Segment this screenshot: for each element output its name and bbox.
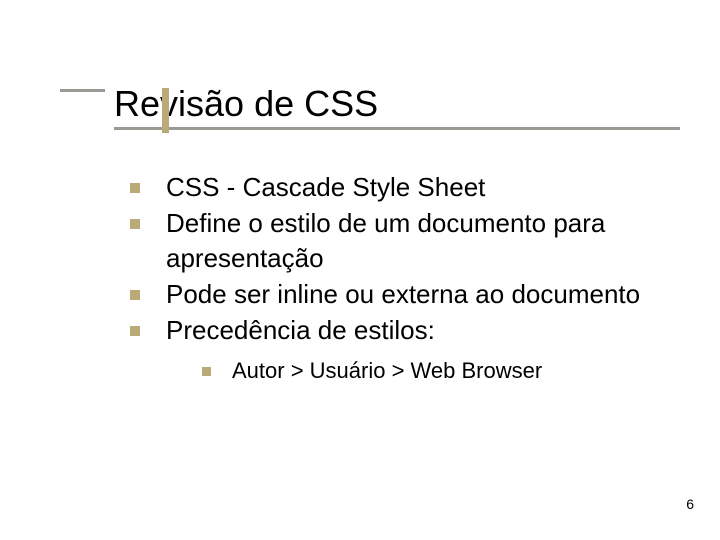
list-item-text: Precedência de estilos: — [166, 315, 435, 345]
sub-bullet-list: Autor > Usuário > Web Browser — [166, 356, 680, 387]
square-bullet-icon — [130, 219, 140, 229]
list-item: Define o estilo de um documento para apr… — [130, 206, 680, 275]
title-rule-below — [114, 127, 680, 130]
list-item: Autor > Usuário > Web Browser — [202, 356, 680, 387]
bullet-list: CSS - Cascade Style Sheet Define o estil… — [130, 170, 680, 386]
list-item: CSS - Cascade Style Sheet — [130, 170, 680, 204]
square-bullet-icon — [130, 290, 140, 300]
list-item: Pode ser inline ou externa ao documento — [130, 277, 680, 311]
list-item: Precedência de estilos: Autor > Usuário … — [130, 313, 680, 386]
square-bullet-icon — [130, 183, 140, 193]
list-item-text: CSS - Cascade Style Sheet — [166, 172, 485, 202]
title-accent-bar — [162, 88, 169, 133]
page-number: 6 — [686, 496, 694, 512]
title-rule-left — [60, 89, 105, 92]
list-item-text: Define o estilo de um documento para apr… — [166, 208, 605, 272]
title-block: Revisão de CSS — [60, 85, 680, 130]
slide-body: CSS - Cascade Style Sheet Define o estil… — [130, 170, 680, 388]
square-bullet-icon — [130, 326, 140, 336]
slide: Revisão de CSS CSS - Cascade Style Sheet… — [0, 0, 720, 540]
list-item-text: Autor > Usuário > Web Browser — [232, 358, 542, 383]
square-bullet-icon — [202, 367, 211, 376]
list-item-text: Pode ser inline ou externa ao documento — [166, 279, 640, 309]
slide-title: Revisão de CSS — [114, 85, 680, 123]
